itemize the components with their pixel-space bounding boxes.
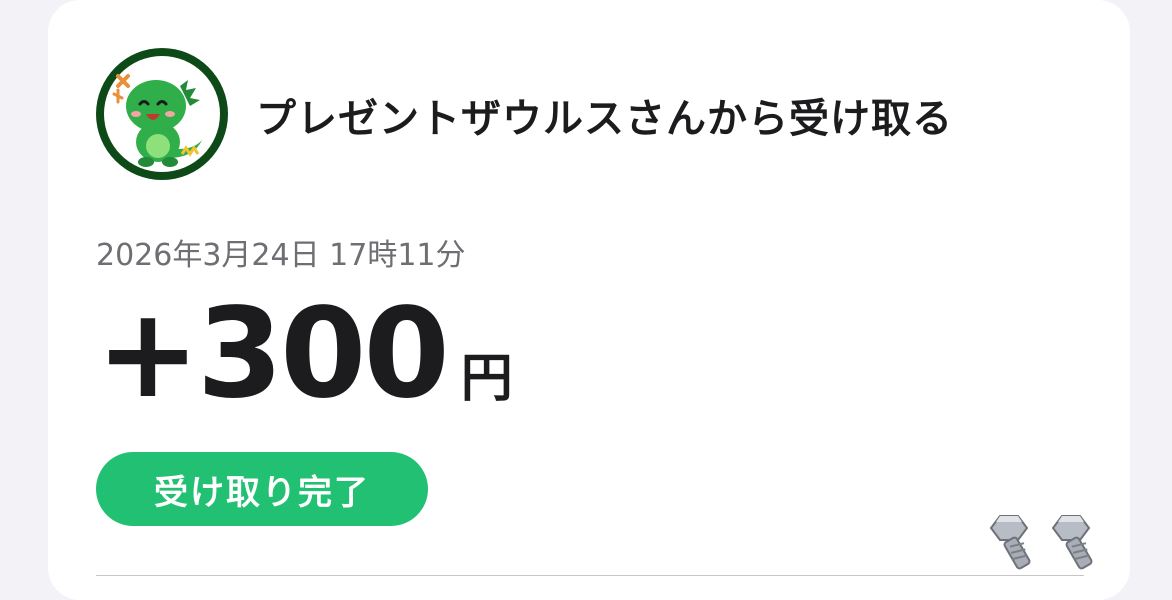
status-badge: 受け取り完了 xyxy=(96,452,428,526)
bolt-sticker-icon xyxy=(989,515,1093,570)
transaction-amount: +300 xyxy=(96,282,450,426)
dinosaur-avatar-icon xyxy=(104,56,220,172)
sticker-group xyxy=(984,508,1114,574)
section-divider xyxy=(96,575,1084,576)
sender-avatar xyxy=(96,48,228,180)
amount-row: +300 円 xyxy=(96,292,513,416)
transaction-timestamp: 2026年3月24日 17時11分 xyxy=(96,238,466,273)
transaction-card[interactable]: プレゼントザウルスさんから受け取る 2026年3月24日 17時11分 +300… xyxy=(48,0,1130,600)
sender-title: プレゼントザウルスさんから受け取る xyxy=(256,96,953,142)
currency-unit: 円 xyxy=(460,349,513,409)
